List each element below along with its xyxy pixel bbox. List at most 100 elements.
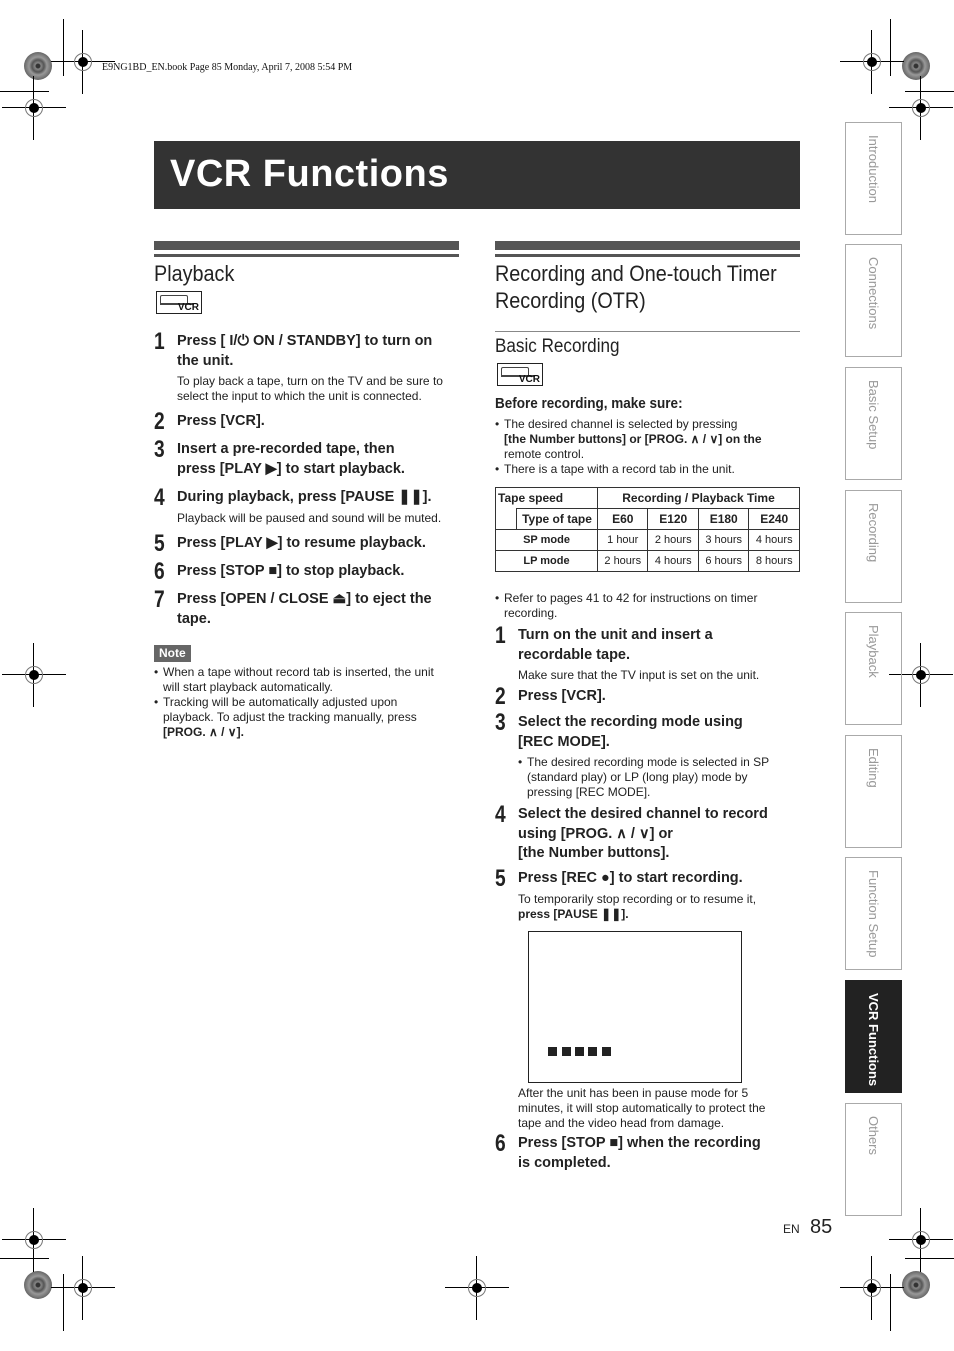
step-bullet: The desired recording mode is selected i…	[518, 755, 769, 800]
step-number: 5	[495, 865, 506, 892]
pause-indicator-block	[562, 1047, 571, 1056]
step-text: recordable tape.	[518, 646, 631, 663]
vcr-icon: VCR	[156, 291, 202, 314]
tab-function-setup[interactable]: Function Setup	[845, 857, 902, 970]
step-number: 6	[154, 558, 165, 585]
table-header: Recording / Playback Time	[597, 487, 800, 509]
language-label: EN	[783, 1222, 800, 1236]
table-row: SP mode 1 hour 2 hours 3 hours 4 hours	[495, 529, 800, 551]
step-text: Press [ I/⏻ ON / STANDBY] to turn on	[177, 333, 433, 349]
section-bar	[154, 241, 459, 250]
table-cell: 4 hours	[647, 550, 699, 572]
crop-line	[0, 1258, 49, 1259]
step-text: Press [VCR].	[177, 413, 265, 429]
pause-indicator-block	[548, 1047, 557, 1056]
playback-title: Playback	[154, 261, 235, 286]
prerequisite-item: The desired channel is selected by press…	[495, 417, 762, 462]
crop-line	[905, 1258, 954, 1259]
screen-caption: After the unit has been in pause mode fo…	[518, 1086, 766, 1130]
registration-mark	[2, 643, 66, 707]
step-description: To play back a tape, turn on the TV and …	[177, 374, 443, 403]
pause-indicator-block	[588, 1047, 597, 1056]
step-text: During playback, press [PAUSE ❚❚].	[177, 489, 432, 505]
table-header: Tape speed	[495, 487, 598, 509]
step-text: Select the desired channel to record	[518, 806, 768, 822]
step-text: tape.	[177, 610, 211, 627]
table-cell: SP mode	[495, 529, 598, 551]
vcr-icon-label: VCR	[177, 302, 199, 313]
color-registration-mark	[24, 1271, 52, 1299]
tab-label: Function Setup	[866, 870, 881, 958]
step-text: the unit.	[177, 352, 234, 369]
step-text: press [PLAY ▶] to start playback.	[177, 460, 405, 477]
step-text: using [PROG. ∧ / ∨] or	[518, 825, 673, 842]
registration-mark	[840, 30, 904, 94]
note-badge: Note	[154, 645, 191, 662]
table-cell: E180	[697, 508, 750, 530]
title-banner: VCR Functions	[154, 141, 800, 209]
tab-label: Introduction	[866, 135, 881, 203]
tab-label: VCR Functions	[866, 993, 881, 1087]
step-number: 4	[495, 801, 506, 828]
registration-mark	[2, 76, 66, 140]
tv-screen-illustration	[528, 931, 742, 1083]
page-number: 85	[810, 1216, 833, 1238]
step-text: Press [STOP ■] to stop playback.	[177, 563, 405, 579]
step-number: 3	[154, 436, 165, 463]
step-number: 2	[154, 408, 165, 435]
tab-vcr-functions[interactable]: VCR Functions	[845, 980, 902, 1093]
crop-line	[905, 91, 954, 92]
step-number: 1	[154, 328, 165, 355]
tab-label: Editing	[866, 748, 881, 788]
section-bar	[495, 241, 800, 250]
table-row: Type of tape E60 E120 E180 E240	[495, 508, 800, 530]
page-title: VCR Functions	[170, 153, 449, 195]
crop-line	[890, 1274, 891, 1331]
step-text: Press [REC ●] to start recording.	[518, 870, 743, 886]
tab-connections[interactable]: Connections	[845, 244, 902, 357]
section-rule	[154, 254, 459, 257]
registration-mark	[889, 643, 953, 707]
tab-playback[interactable]: Playback	[845, 612, 902, 725]
tab-introduction[interactable]: Introduction	[845, 122, 902, 235]
step-text: Press [OPEN / CLOSE ⏏] to eject the	[177, 591, 432, 607]
tab-label: Playback	[866, 625, 881, 678]
step-number: 4	[154, 484, 165, 511]
color-registration-mark	[24, 52, 52, 80]
registration-mark	[2, 1208, 66, 1272]
tab-label: Basic Setup	[866, 380, 881, 450]
step-description: To temporarily stop recording or to resu…	[518, 892, 757, 921]
registration-mark	[51, 30, 115, 94]
tab-label: Connections	[866, 257, 881, 330]
tab-label: Recording	[866, 503, 881, 563]
tape-time-table: Tape speed Recording / Playback Time Typ…	[495, 487, 800, 572]
registration-mark	[889, 1208, 953, 1272]
table-cell: LP mode	[495, 550, 598, 572]
refer-note: Refer to pages 41 to 42 for instructions…	[495, 591, 757, 621]
tab-others[interactable]: Others	[845, 1103, 902, 1216]
tab-editing[interactable]: Editing	[845, 735, 902, 848]
registration-mark	[889, 76, 953, 140]
crop-line	[890, 19, 891, 76]
registration-mark	[445, 1256, 509, 1320]
note-item: When a tape without record tab is insert…	[154, 665, 434, 695]
tab-basic-setup[interactable]: Basic Setup	[845, 367, 902, 480]
table-row: LP mode 2 hours 4 hours 6 hours 8 hours	[495, 550, 800, 572]
table-cell: 3 hours	[697, 529, 750, 551]
step-number: 2	[495, 683, 506, 710]
before-recording-heading: Before recording, make sure:	[495, 395, 683, 412]
registration-mark	[51, 1256, 115, 1320]
table-cell: 4 hours	[748, 529, 800, 551]
crop-line	[63, 1274, 64, 1331]
step-number: 6	[495, 1130, 506, 1157]
tab-label: Others	[866, 1116, 881, 1156]
step-text: is completed.	[518, 1154, 611, 1171]
step-text: Press [PLAY ▶] to resume playback.	[177, 535, 426, 551]
step-number: 7	[154, 586, 165, 613]
vcr-icon-label: VCR	[518, 374, 540, 385]
step-description: Make sure that the TV input is set on th…	[518, 668, 760, 682]
table-cell: 2 hours	[596, 550, 649, 572]
tab-recording[interactable]: Recording	[845, 490, 902, 603]
print-header: E9NG1BD_EN.book Page 85 Monday, April 7,…	[102, 62, 353, 73]
note-item: Tracking will be automatically adjusted …	[154, 695, 417, 740]
